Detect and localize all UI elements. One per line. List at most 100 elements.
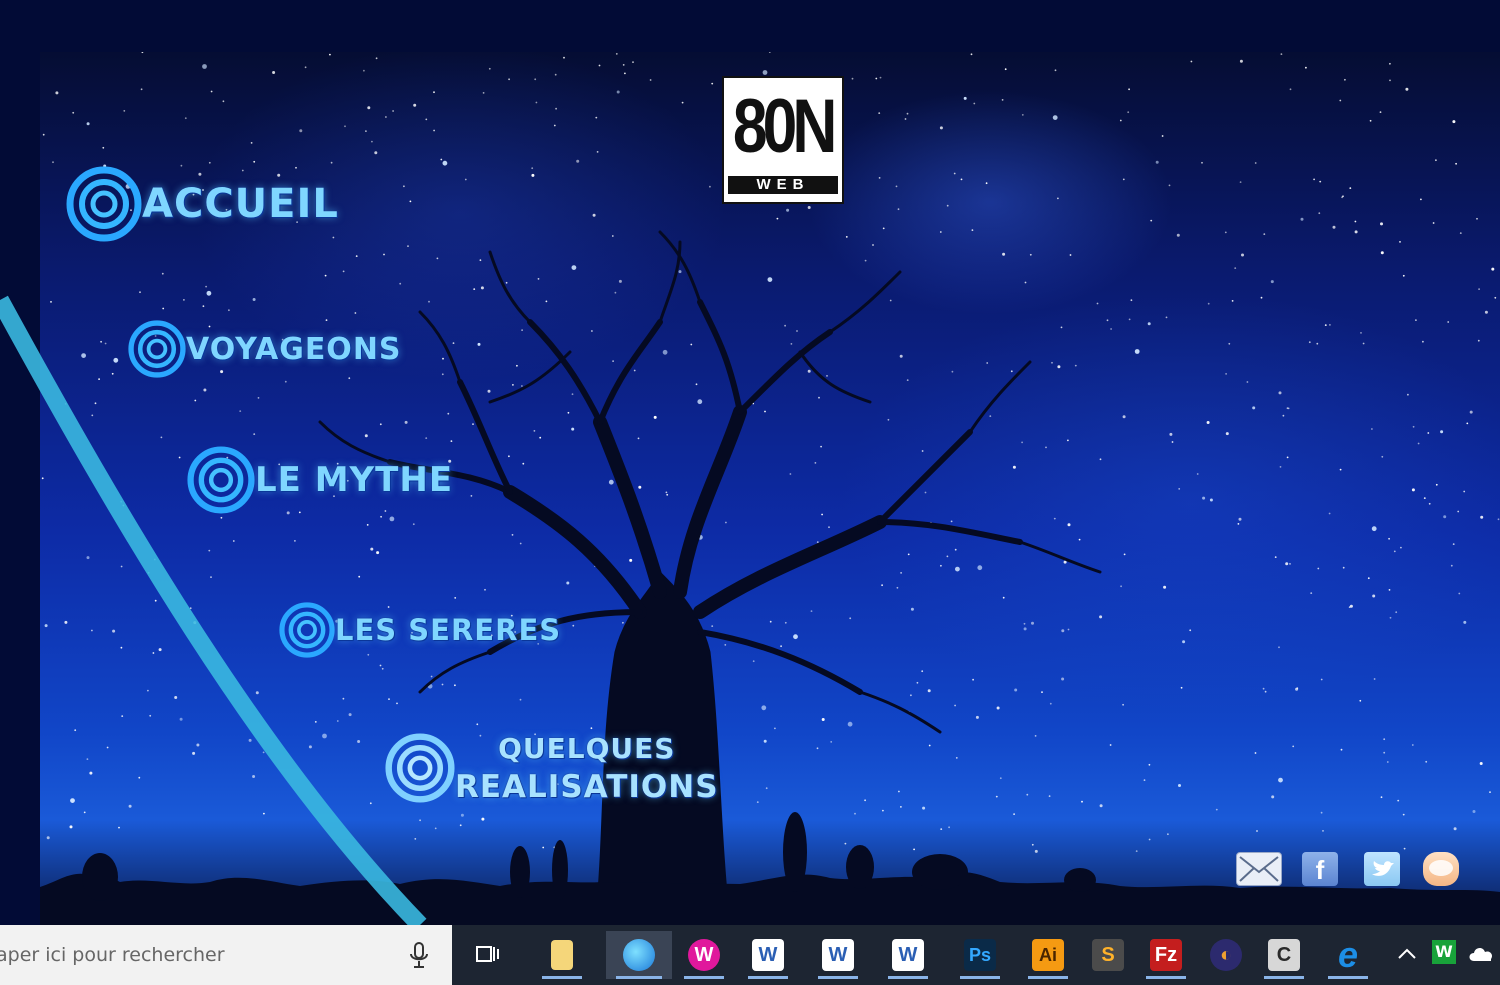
star <box>765 787 768 790</box>
star <box>1386 761 1389 763</box>
star <box>963 96 967 100</box>
nav-voyageons[interactable]: VOYAGEONS <box>128 320 402 378</box>
task-view-button[interactable] <box>462 931 514 979</box>
star <box>1411 488 1415 492</box>
star <box>239 410 242 412</box>
star <box>441 373 444 376</box>
star <box>566 581 570 585</box>
star <box>1289 563 1291 565</box>
edge-button[interactable] <box>606 931 672 979</box>
star <box>629 558 633 562</box>
star <box>433 129 435 132</box>
nav-accueil[interactable]: ACCUEIL <box>66 166 339 242</box>
star <box>447 412 450 415</box>
star <box>830 741 833 743</box>
filezilla-button[interactable]: Fz <box>1140 931 1192 979</box>
star <box>906 112 909 115</box>
nav-les-sereres[interactable]: LES SERERES <box>279 602 561 658</box>
star <box>999 777 1002 780</box>
star <box>1320 678 1323 681</box>
star <box>1329 324 1331 326</box>
twitter-icon[interactable] <box>1364 852 1400 886</box>
running-indicator <box>818 976 858 979</box>
star <box>1252 406 1256 410</box>
word-button-2[interactable]: W <box>812 931 864 979</box>
star <box>1122 178 1125 181</box>
star <box>86 556 90 560</box>
star <box>539 436 542 439</box>
eclipse-button[interactable]: ◐ <box>1200 931 1252 979</box>
file-explorer-button[interactable] <box>536 931 588 979</box>
star <box>205 285 208 288</box>
star <box>1021 441 1023 444</box>
taskbar-search-input[interactable] <box>0 926 386 984</box>
internet-explorer-button[interactable]: e <box>1322 931 1374 979</box>
star <box>74 729 77 732</box>
star <box>1189 629 1192 632</box>
star <box>818 396 820 399</box>
star <box>407 245 409 248</box>
star <box>816 541 819 543</box>
star <box>769 620 772 623</box>
star <box>1289 88 1292 91</box>
star <box>1122 415 1126 419</box>
illustrator-button[interactable]: Ai <box>1022 931 1074 979</box>
star <box>1045 446 1047 449</box>
star <box>1067 439 1069 442</box>
cloud-icon[interactable] <box>1466 943 1498 971</box>
star <box>763 739 767 743</box>
star <box>184 117 187 120</box>
windows-taskbar: W W W W Ps Ai S Fz ◐ C e W <box>0 925 1500 985</box>
star <box>1372 594 1376 598</box>
nav-quelques-realisations[interactable]: QUELQUES REALISATIONS <box>385 730 719 806</box>
star <box>1402 274 1405 277</box>
star <box>1012 465 1016 469</box>
sublime-button[interactable]: S <box>1082 931 1134 979</box>
nav-le-mythe[interactable]: LE MYTHE <box>187 446 453 514</box>
taskbar-search-box[interactable] <box>0 925 452 985</box>
star <box>767 277 773 282</box>
star <box>371 140 373 143</box>
site-logo[interactable]: 80N WEB <box>722 76 844 204</box>
photoshop-button[interactable]: Ps <box>954 931 1006 979</box>
chevron-up-icon[interactable] <box>1396 943 1418 971</box>
terminal-button[interactable]: C <box>1258 931 1310 979</box>
star <box>228 309 230 312</box>
star <box>1459 232 1462 235</box>
star <box>488 67 491 70</box>
mail-icon[interactable] <box>1236 852 1282 886</box>
star <box>508 78 510 81</box>
microphone-icon[interactable] <box>408 941 430 969</box>
star <box>653 415 657 419</box>
star <box>1262 687 1265 690</box>
star <box>940 828 943 830</box>
star <box>632 61 634 63</box>
star <box>897 208 900 211</box>
tray-app-icon[interactable]: W <box>1432 940 1456 964</box>
internet-explorer-icon: e <box>1337 934 1359 975</box>
star <box>511 534 514 536</box>
word-button-1[interactable]: W <box>742 931 794 979</box>
running-indicator <box>888 976 928 979</box>
star <box>1123 553 1126 556</box>
star <box>614 291 617 294</box>
star <box>845 236 848 238</box>
star <box>1155 160 1159 164</box>
star <box>531 173 535 177</box>
star <box>649 79 652 81</box>
star <box>122 504 125 507</box>
nav-label: LES SERERES <box>335 613 562 647</box>
star <box>1120 585 1122 588</box>
facebook-icon[interactable]: f <box>1302 852 1338 886</box>
star <box>854 812 856 815</box>
blog-icon[interactable] <box>1423 852 1459 886</box>
star <box>1147 322 1151 326</box>
star <box>954 704 956 707</box>
star <box>1051 361 1053 364</box>
star <box>104 342 107 345</box>
star <box>1202 496 1206 500</box>
app-magenta-button[interactable]: W <box>678 931 730 979</box>
star <box>756 801 759 803</box>
word-button-3[interactable]: W <box>882 931 934 979</box>
illustrator-icon: Ai <box>1032 939 1064 971</box>
